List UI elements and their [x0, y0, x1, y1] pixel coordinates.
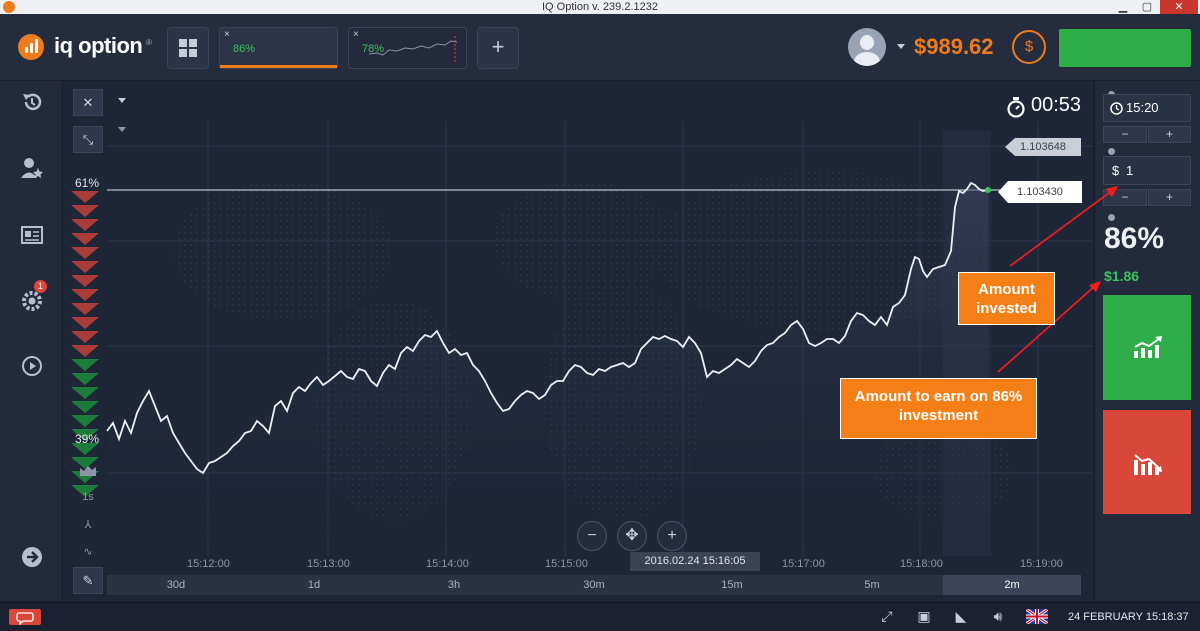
chat-icon [16, 612, 34, 626]
annotation-amount-invested: Amount invested [958, 272, 1055, 325]
status-datetime: 24 FEBRUARY 15:18:37 [1068, 611, 1189, 623]
chat-button[interactable] [9, 609, 41, 626]
language-flag-icon[interactable] [1026, 609, 1048, 624]
layout-icon[interactable]: ▣ [913, 606, 935, 626]
sound-icon[interactable]: 🔊︎ [987, 606, 1009, 626]
status-bar [0, 602, 1200, 631]
annotation-amount-to-earn: Amount to earn on 86% investment [840, 378, 1037, 439]
fullscreen-icon[interactable]: ⤢ [876, 606, 898, 626]
signal-icon[interactable]: ◣ [950, 606, 972, 626]
